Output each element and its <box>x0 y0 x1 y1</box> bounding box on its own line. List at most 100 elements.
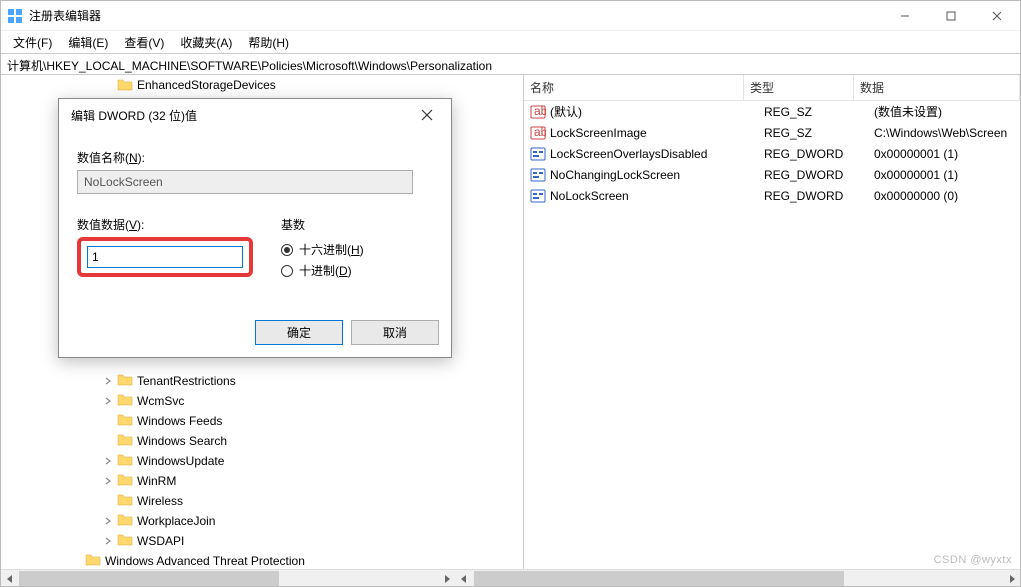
tree-item[interactable]: Wireless <box>1 491 523 511</box>
chevron-right-icon[interactable] <box>101 454 115 468</box>
tree-item[interactable]: WorkplaceJoin <box>1 511 523 531</box>
close-button[interactable] <box>974 1 1020 31</box>
folder-icon <box>117 392 137 411</box>
radio-dec[interactable]: 十进制(D) <box>281 262 364 279</box>
tree-label: WindowsUpdate <box>137 454 224 468</box>
folder-icon <box>117 452 137 471</box>
radio-icon <box>281 265 293 277</box>
svg-text:ab: ab <box>534 104 546 118</box>
value-type: REG_SZ <box>764 126 874 140</box>
tree-item[interactable]: TenantRestrictions <box>1 371 523 391</box>
app-icon <box>7 8 23 24</box>
menu-file[interactable]: 文件(F) <box>5 32 60 53</box>
chevron-right-icon[interactable] <box>101 534 115 548</box>
tree-label: Windows Advanced Threat Protection <box>105 554 305 568</box>
radio-hex[interactable]: 十六进制(H) <box>281 241 364 258</box>
chevron-right-icon[interactable] <box>101 394 115 408</box>
col-name[interactable]: 名称 <box>524 75 744 100</box>
cancel-button[interactable]: 取消 <box>351 320 439 345</box>
value-row[interactable]: LockScreenOverlaysDisabledREG_DWORD0x000… <box>524 143 1020 164</box>
title-bar[interactable]: 注册表编辑器 <box>1 1 1020 31</box>
watermark: CSDN @wyxtx <box>934 554 1012 566</box>
edit-dword-dialog: 编辑 DWORD (32 位)值 数值名称(N): NoLockScreen 数… <box>58 98 452 358</box>
folder-icon <box>85 552 105 570</box>
dialog-title: 编辑 DWORD (32 位)值 <box>71 107 197 124</box>
address-bar[interactable]: 计算机\HKEY_LOCAL_MACHINE\SOFTWARE\Policies… <box>1 53 1020 75</box>
chevron-right-icon[interactable] <box>101 434 115 448</box>
menu-view[interactable]: 查看(V) <box>116 32 172 53</box>
maximize-button[interactable] <box>928 1 974 31</box>
chevron-right-icon[interactable] <box>101 374 115 388</box>
folder-icon <box>117 492 137 511</box>
tree-label: TenantRestrictions <box>137 374 236 388</box>
value-row[interactable]: abLockScreenImageREG_SZC:\Windows\Web\Sc… <box>524 122 1020 143</box>
col-type[interactable]: 类型 <box>744 75 854 100</box>
name-label: 数值名称(N): <box>77 149 145 166</box>
tree-label: WSDAPI <box>137 534 184 548</box>
chevron-right-icon[interactable] <box>101 514 115 528</box>
menu-help[interactable]: 帮助(H) <box>240 32 297 53</box>
ok-button[interactable]: 确定 <box>255 320 343 345</box>
value-name: (默认) <box>550 103 764 120</box>
tree-label: WcmSvc <box>137 394 184 408</box>
scroll-left-icon-2[interactable] <box>456 570 473 587</box>
h-scrollbar[interactable] <box>1 569 1020 586</box>
base-label: 基数 <box>281 216 305 233</box>
value-data-input[interactable] <box>87 246 243 268</box>
value-name: LockScreenOverlaysDisabled <box>550 147 764 161</box>
value-data: 0x00000001 (1) <box>874 147 1014 161</box>
dword-icon <box>530 146 546 162</box>
folder-icon <box>117 432 137 451</box>
col-data[interactable]: 数据 <box>854 75 1020 100</box>
value-name: NoLockScreen <box>550 189 764 203</box>
value-row[interactable]: NoLockScreenREG_DWORD0x00000000 (0) <box>524 185 1020 206</box>
tree-label: Windows Feeds <box>137 414 222 428</box>
scroll-right-icon[interactable] <box>439 570 456 587</box>
chevron-right-icon[interactable] <box>101 494 115 508</box>
scroll-left-icon[interactable] <box>1 570 18 587</box>
tree-item[interactable]: WSDAPI <box>1 531 523 551</box>
tree-item[interactable]: EnhancedStorageDevices <box>1 75 523 95</box>
data-label: 数值数据(V): <box>77 216 144 233</box>
value-data: (数值未设置) <box>874 103 1014 120</box>
folder-icon <box>117 412 137 431</box>
value-type: REG_DWORD <box>764 168 874 182</box>
tree-item[interactable]: Windows Feeds <box>1 411 523 431</box>
menu-edit[interactable]: 编辑(E) <box>60 32 116 53</box>
tree-item[interactable]: WindowsUpdate <box>1 451 523 471</box>
value-highlight-box <box>77 237 253 277</box>
value-row[interactable]: ab (默认)REG_SZ(数值未设置) <box>524 101 1020 122</box>
chevron-right-icon[interactable] <box>101 474 115 488</box>
tree-label: WorkplaceJoin <box>137 514 215 528</box>
name-field: NoLockScreen <box>77 170 413 194</box>
tree-item[interactable]: WinRM <box>1 471 523 491</box>
window-title: 注册表编辑器 <box>29 7 101 24</box>
tree-item[interactable]: WcmSvc <box>1 391 523 411</box>
value-type: REG_DWORD <box>764 189 874 203</box>
tree-item[interactable]: Windows Search <box>1 431 523 451</box>
list-pane[interactable]: 名称 类型 数据 ab(默认)REG_SZ(数值未设置)abLockScreen… <box>524 75 1020 569</box>
tree-item[interactable]: Windows Advanced Threat Protection <box>1 551 523 569</box>
scroll-thumb[interactable] <box>19 571 279 586</box>
value-type: REG_SZ <box>764 105 874 119</box>
scroll-right-icon-2[interactable] <box>1003 570 1020 587</box>
chevron-right-icon[interactable] <box>101 414 115 428</box>
folder-icon <box>117 472 137 491</box>
value-data: 0x00000000 (0) <box>874 189 1014 203</box>
scroll-thumb-2[interactable] <box>474 571 844 586</box>
value-row[interactable]: NoChangingLockScreenREG_DWORD0x00000001 … <box>524 164 1020 185</box>
folder-icon <box>117 532 137 551</box>
dialog-close-button[interactable] <box>411 99 443 131</box>
radio-icon <box>281 244 293 256</box>
dialog-title-bar[interactable]: 编辑 DWORD (32 位)值 <box>59 99 451 131</box>
string-icon: ab <box>530 104 546 120</box>
chevron-right-icon[interactable] <box>69 554 83 568</box>
string-icon: ab <box>530 125 546 141</box>
menu-favorites[interactable]: 收藏夹(A) <box>172 32 240 53</box>
value-name: LockScreenImage <box>550 126 764 140</box>
folder-icon <box>117 77 133 93</box>
minimize-button[interactable] <box>882 1 928 31</box>
folder-icon <box>117 512 137 531</box>
value-data: 0x00000001 (1) <box>874 168 1014 182</box>
folder-icon <box>117 372 137 391</box>
